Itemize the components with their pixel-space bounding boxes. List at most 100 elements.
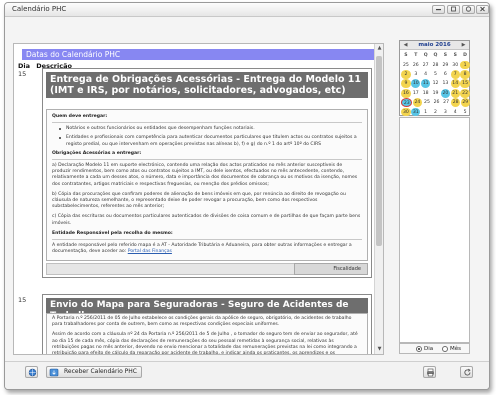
column-day: Dia xyxy=(18,62,31,70)
event-description: A Portaria n.º 256/2011 de 05 de Julho e… xyxy=(46,313,368,355)
calendar-day[interactable]: 8 xyxy=(460,70,470,79)
weekday-row: STQQSSD xyxy=(401,51,470,60)
divider xyxy=(52,159,362,161)
radio-dot-icon xyxy=(416,346,422,352)
help-button[interactable] xyxy=(462,5,475,14)
window-title: Calendário PHC xyxy=(12,5,67,13)
list-item: Entidades e profissionais com competênci… xyxy=(59,135,362,147)
calendar-day[interactable]: 28 xyxy=(431,61,440,70)
calendar-day[interactable]: 11 xyxy=(421,79,431,89)
home-button[interactable] xyxy=(25,366,38,378)
week-row: 2345678 xyxy=(401,70,470,79)
refresh-button[interactable] xyxy=(460,366,473,378)
event-title: Entrega de Obrigações Acessórias - Entre… xyxy=(46,72,368,98)
calendar-day[interactable]: 27 xyxy=(442,98,451,107)
calendar-day[interactable]: 4 xyxy=(451,108,460,117)
calendar-day[interactable]: 14 xyxy=(450,79,460,89)
month-calendar[interactable]: ◀ maio 2016 ▶ S T Q Q S S D 25 26 27 28 29 30 1 2 3 4 5 6 7… xyxy=(399,40,470,117)
minimize-button[interactable] xyxy=(432,5,445,14)
calendar-day[interactable]: 10 xyxy=(411,79,421,89)
calendar-day[interactable]: 3 xyxy=(441,108,450,117)
calendar-day[interactable]: 13 xyxy=(441,79,450,88)
week-row: 25 26 27 28 29 30 1 xyxy=(401,60,470,70)
week-row: 9 10 11 12 13 14 15 xyxy=(401,79,470,89)
calendar-day[interactable]: 21 xyxy=(450,88,460,98)
calendar-day[interactable]: 3 xyxy=(411,70,420,79)
paragraph: a) Declaração Modelo 11 em suporte elect… xyxy=(52,163,358,187)
footer-spacer xyxy=(46,263,296,275)
portal-link[interactable]: Portal das Finanças xyxy=(128,249,172,254)
radio-month-label: Mês xyxy=(450,346,461,352)
event-description: Quem deve entregar: Notários e outros fu… xyxy=(46,109,368,261)
receive-calendar-label: Receber Calendário PHC xyxy=(64,368,137,375)
calendar-day[interactable]: 19 xyxy=(431,89,440,98)
calendar-day[interactable]: 30 xyxy=(451,61,460,70)
title-bar: Calendário PHC xyxy=(5,3,489,17)
event-entry[interactable]: Envio do Mapa para Seguradoras - Seguro … xyxy=(42,294,372,355)
radio-month[interactable]: Mês xyxy=(442,346,461,352)
arrow-right-icon[interactable]: ▶ xyxy=(459,41,468,50)
weekday-label: S xyxy=(443,53,448,59)
calendar-day[interactable]: 26 xyxy=(411,61,420,70)
calendar-day[interactable]: 30 xyxy=(401,107,411,117)
bullet-list: Notários e outros funcionários ou entida… xyxy=(59,126,362,148)
calendar-day[interactable]: 2 xyxy=(401,70,411,79)
view-mode-selector: Dia Mês xyxy=(399,343,470,354)
calendar-day[interactable]: 16 xyxy=(401,88,411,98)
print-button[interactable] xyxy=(423,366,436,378)
weekday-label: Q xyxy=(423,53,428,59)
weekday-label: D xyxy=(463,53,467,59)
scroll-thumb[interactable] xyxy=(376,56,382,246)
entry-day: 15 xyxy=(18,296,27,304)
refresh-icon xyxy=(464,368,471,376)
divider xyxy=(52,122,362,124)
panel-header: Datas do Calendário PHC xyxy=(22,49,374,60)
calendar-day[interactable]: 5 xyxy=(431,70,440,79)
calendar-day[interactable]: 20 xyxy=(440,88,450,98)
calendar-day[interactable]: 4 xyxy=(421,70,430,79)
calendar-day[interactable]: 1 xyxy=(421,108,430,117)
close-button[interactable] xyxy=(476,5,489,14)
calendar-day[interactable]: 2 xyxy=(431,108,440,117)
calendar-day[interactable]: 6 xyxy=(441,70,450,79)
radio-day[interactable]: Dia xyxy=(416,346,433,352)
calendar-day[interactable]: 9 xyxy=(401,79,411,89)
weekday-label: S xyxy=(453,53,457,59)
calendar-day[interactable]: 28 xyxy=(451,98,461,108)
calendar-day[interactable]: 23 xyxy=(401,98,413,108)
calendar-day[interactable]: 25 xyxy=(422,98,431,107)
calendar-day[interactable]: 5 xyxy=(460,108,469,117)
category-badge: Fiscalidade xyxy=(294,263,368,275)
calendar-day[interactable]: 26 xyxy=(432,98,441,107)
restore-button[interactable] xyxy=(447,5,460,14)
scroll-down-icon[interactable]: ▼ xyxy=(375,345,383,354)
events-panel[interactable]: Datas do Calendário PHC Dia Descrição 15… xyxy=(13,43,384,355)
calendar-day[interactable]: 25 xyxy=(401,61,410,70)
calendar-day[interactable]: 17 xyxy=(411,89,420,98)
event-entry[interactable]: Entrega de Obrigações Acessórias - Entre… xyxy=(42,68,372,278)
download-icon xyxy=(49,368,59,377)
calendar-day[interactable]: 7 xyxy=(450,70,460,79)
paragraph: Assim de acordo com a cláusula nº 24 da … xyxy=(52,332,358,355)
calendar-day[interactable]: 22 xyxy=(460,88,470,98)
calendar-day[interactable]: 1 xyxy=(460,60,470,70)
printer-icon xyxy=(427,368,434,377)
receive-calendar-button[interactable]: Receber Calendário PHC xyxy=(46,366,142,378)
calendar-day[interactable]: 29 xyxy=(460,98,470,108)
calendar-day[interactable]: 24 xyxy=(412,98,422,108)
calendar-day[interactable]: 29 xyxy=(441,61,450,70)
globe-icon xyxy=(28,368,37,377)
arrow-left-icon[interactable]: ◀ xyxy=(401,41,410,50)
month-label: maio 2016 xyxy=(418,42,451,48)
calendar-day[interactable]: 12 xyxy=(431,79,440,88)
vertical-scrollbar[interactable]: ▲ ▼ xyxy=(374,44,383,354)
calendar-window: Calendário PHC Datas do Calendário PHC D… xyxy=(4,2,490,390)
paragraph: b) Cópia das procurações que confiram po… xyxy=(52,191,346,210)
weekday-label: S xyxy=(404,53,408,59)
calendar-day[interactable]: 18 xyxy=(421,89,430,98)
calendar-day[interactable]: 31 xyxy=(411,107,421,117)
section-heading: Entidade Responsável pela recolha do mes… xyxy=(52,230,173,236)
calendar-day[interactable]: 27 xyxy=(421,61,430,70)
scroll-up-icon[interactable]: ▲ xyxy=(375,44,383,53)
calendar-day[interactable]: 15 xyxy=(460,79,470,89)
